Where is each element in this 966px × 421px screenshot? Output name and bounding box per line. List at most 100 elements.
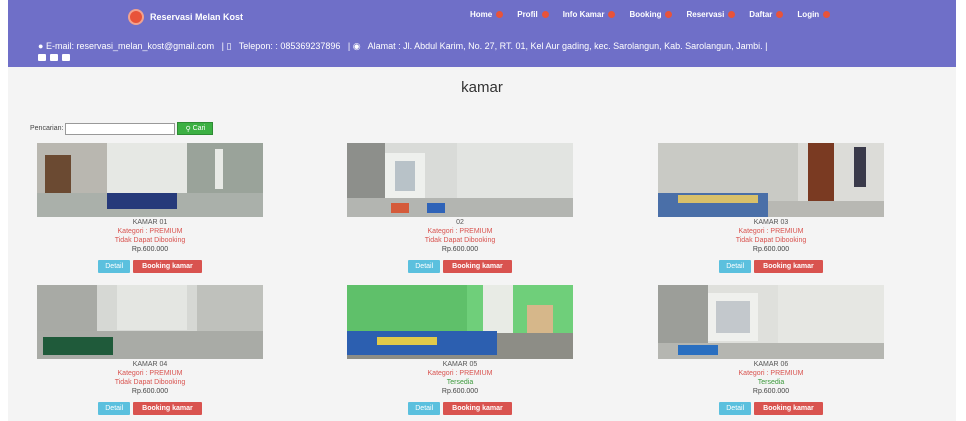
booking-button[interactable]: Booking kamar <box>754 402 823 415</box>
room-status: Tidak Dapat Dibooking <box>424 237 496 244</box>
dropdown-dot-icon <box>728 11 736 18</box>
room-category: Kategori : PREMIUM <box>117 228 183 235</box>
room-card: KAMAR 04 Kategori : PREMIUM Tidak Dapat … <box>37 285 263 415</box>
brand-logo-icon <box>128 9 144 25</box>
separator: | ▯ <box>221 41 232 51</box>
search-button[interactable]: ⚲ Cari <box>177 122 214 135</box>
nav-home-label: Home <box>470 10 493 19</box>
contact-line: ● E-mail: reservasi_melan_kost@gmail.com… <box>38 40 956 52</box>
nav-login-label: Login <box>797 10 820 19</box>
nav-booking[interactable]: Booking <box>629 10 673 19</box>
nav-daftar[interactable]: Daftar <box>749 10 784 19</box>
separator: | ◉ <box>347 41 361 51</box>
room-price: Rp.600.000 <box>441 246 479 253</box>
search-form: Pencarian: ⚲ Cari <box>30 122 214 135</box>
dropdown-dot-icon <box>608 11 616 18</box>
nav-profil[interactable]: Profil <box>517 10 549 19</box>
room-price: Rp.600.000 <box>131 246 169 253</box>
nav-daftar-label: Daftar <box>749 10 773 19</box>
room-photo <box>658 285 884 359</box>
twitter-icon[interactable] <box>62 54 70 61</box>
dropdown-dot-icon <box>541 11 549 18</box>
contact-address: Alamat : Jl. Abdul Karim, No. 27, RT. 01… <box>367 41 768 51</box>
booking-button[interactable]: Booking kamar <box>443 402 512 415</box>
room-card: KAMAR 01 Kategori : PREMIUM Tidak Dapat … <box>37 143 263 273</box>
brand-name: Reservasi Melan Kost <box>150 12 244 22</box>
contact-email: E-mail: reservasi_melan_kost@gmail.com <box>45 41 215 51</box>
detail-button[interactable]: Detail <box>719 402 752 415</box>
room-name: KAMAR 05 <box>442 361 478 368</box>
room-price: Rp.600.000 <box>441 388 479 395</box>
nav-reservasi-label: Reservasi <box>686 10 725 19</box>
nav-info-kamar[interactable]: Info Kamar <box>563 10 616 19</box>
room-category: Kategori : PREMIUM <box>738 228 804 235</box>
detail-button[interactable]: Detail <box>408 402 441 415</box>
room-card: 02 Kategori : PREMIUM Tidak Dapat Dibook… <box>347 143 573 273</box>
booking-button[interactable]: Booking kamar <box>133 260 202 273</box>
room-photo <box>37 285 263 359</box>
room-card: KAMAR 06 Kategori : PREMIUM Tersedia Rp.… <box>658 285 884 415</box>
room-name: KAMAR 03 <box>753 219 789 226</box>
room-photo <box>347 143 573 217</box>
room-name: KAMAR 01 <box>132 219 168 226</box>
room-name: 02 <box>456 219 464 226</box>
nav-booking-label: Booking <box>629 10 662 19</box>
search-label: Pencarian: <box>30 125 64 132</box>
room-name: KAMAR 04 <box>132 361 168 368</box>
room-card: KAMAR 03 Kategori : PREMIUM Tidak Dapat … <box>658 143 884 273</box>
booking-button[interactable]: Booking kamar <box>133 402 202 415</box>
social-icons <box>38 54 956 61</box>
nav-info-kamar-label: Info Kamar <box>562 10 605 19</box>
dropdown-dot-icon <box>665 11 673 18</box>
contact-infobar: ● E-mail: reservasi_melan_kost@gmail.com… <box>8 34 956 67</box>
page-title: kamar <box>461 79 503 96</box>
detail-button[interactable]: Detail <box>98 402 131 415</box>
room-category: Kategori : PREMIUM <box>738 370 804 377</box>
detail-button[interactable]: Detail <box>98 260 131 273</box>
detail-button[interactable]: Detail <box>408 260 441 273</box>
dropdown-dot-icon <box>823 11 831 18</box>
detail-button[interactable]: Detail <box>719 260 752 273</box>
main-content: kamar Pencarian: ⚲ Cari KAMAR 01 Kategor… <box>8 67 956 421</box>
nav-login[interactable]: Login <box>797 10 831 19</box>
room-status: Tidak Dapat Dibooking <box>114 237 186 244</box>
room-actions: Detail Booking kamar <box>347 402 573 415</box>
facebook-icon[interactable] <box>38 54 46 61</box>
nav-profil-label: Profil <box>517 10 538 19</box>
room-actions: Detail Booking kamar <box>658 402 884 415</box>
search-button-label: Cari <box>192 125 206 132</box>
room-category: Kategori : PREMIUM <box>117 370 183 377</box>
mail-icon[interactable] <box>50 54 58 61</box>
room-photo <box>658 143 884 217</box>
nav-reservasi[interactable]: Reservasi <box>686 10 736 19</box>
room-name: KAMAR 06 <box>753 361 789 368</box>
room-category: Kategori : PREMIUM <box>427 370 493 377</box>
dropdown-dot-icon <box>496 11 504 18</box>
nav-home[interactable]: Home <box>470 10 504 19</box>
room-actions: Detail Booking kamar <box>37 402 263 415</box>
room-actions: Detail Booking kamar <box>37 260 263 273</box>
brand[interactable]: Reservasi Melan Kost <box>128 9 243 25</box>
room-status: Tersedia <box>757 379 785 386</box>
search-icon: ⚲ <box>185 125 191 133</box>
dropdown-dot-icon <box>776 11 784 18</box>
contact-phone: Telepon: : 085369237896 <box>238 41 341 51</box>
globe-icon: ● <box>38 41 44 51</box>
room-actions: Detail Booking kamar <box>658 260 884 273</box>
room-price: Rp.600.000 <box>752 246 790 253</box>
booking-button[interactable]: Booking kamar <box>754 260 823 273</box>
room-actions: Detail Booking kamar <box>347 260 573 273</box>
nav-menu: Home Profil Info Kamar Booking Reservasi… <box>470 10 844 19</box>
room-card: KAMAR 05 Kategori : PREMIUM Tersedia Rp.… <box>347 285 573 415</box>
room-price: Rp.600.000 <box>131 388 169 395</box>
room-price: Rp.600.000 <box>752 388 790 395</box>
booking-button[interactable]: Booking kamar <box>443 260 512 273</box>
room-status: Tidak Dapat Dibooking <box>114 379 186 386</box>
room-photo <box>37 143 263 217</box>
room-status: Tersedia <box>446 379 474 386</box>
room-category: Kategori : PREMIUM <box>427 228 493 235</box>
search-input[interactable] <box>65 122 176 135</box>
top-navbar: Reservasi Melan Kost Home Profil Info Ka… <box>8 0 956 34</box>
room-status: Tidak Dapat Dibooking <box>735 237 807 244</box>
room-photo <box>347 285 573 359</box>
